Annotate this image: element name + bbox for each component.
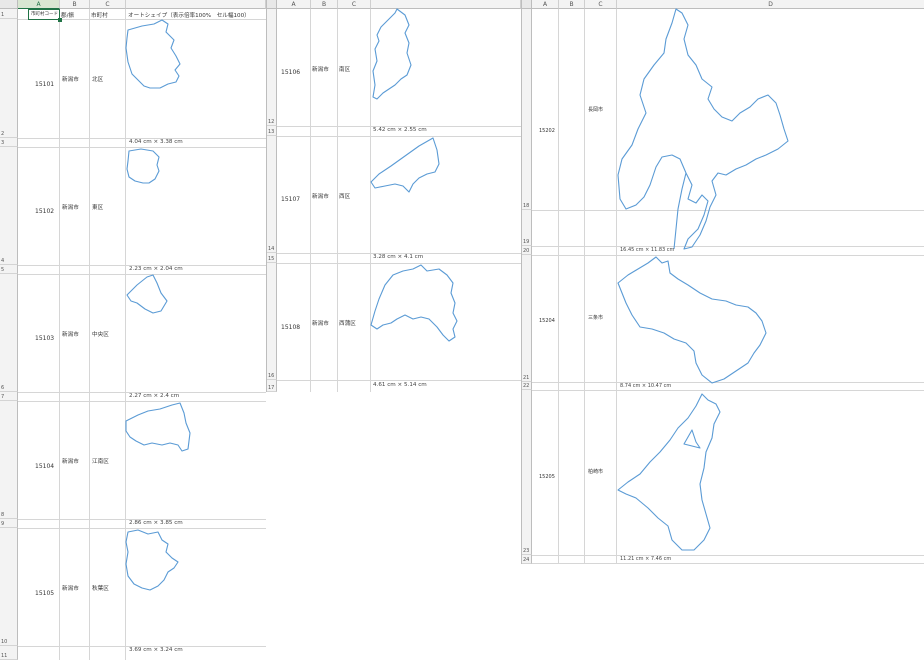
shape-dimensions[interactable]: 8.74 cm × 10.47 cm (620, 383, 671, 389)
ward-name[interactable]: 西蒲区 (339, 319, 356, 327)
row-header[interactable]: 2 (0, 19, 18, 138)
col-header-a[interactable]: A (18, 0, 60, 9)
row-header[interactable]: 23 (522, 390, 532, 555)
col-header-c[interactable]: C (338, 0, 371, 9)
municipality-code[interactable]: 15108 (281, 324, 300, 331)
col-header-b[interactable]: B (60, 0, 90, 9)
shape-dimensions[interactable]: 2.27 cm × 2.4 cm (129, 393, 179, 399)
col-header-b[interactable]: B (559, 0, 585, 9)
col-header-c[interactable]: C (90, 0, 126, 9)
row-header[interactable]: 20 (522, 246, 532, 255)
city-name[interactable]: 長岡市 (588, 106, 603, 113)
col-header-d[interactable] (126, 0, 266, 9)
ward-name[interactable]: 北区 (92, 75, 103, 83)
row-header[interactable]: 24 (522, 555, 532, 564)
municipality-code[interactable]: 15104 (35, 463, 54, 470)
header-district[interactable]: 郡/振 (61, 11, 74, 19)
shape-dimensions[interactable]: 3.28 cm × 4.1 cm (373, 254, 423, 260)
ward-name[interactable]: 西区 (339, 192, 350, 200)
select-all-corner[interactable] (522, 0, 532, 9)
ward-name[interactable]: 南区 (339, 65, 350, 73)
municipality-code[interactable]: 15105 (35, 590, 54, 597)
city-shape-nagaoka[interactable] (616, 8, 791, 250)
row-header[interactable]: 11 (0, 646, 18, 660)
row-header[interactable]: 6 (0, 274, 18, 392)
municipality-code[interactable]: 15103 (35, 335, 54, 342)
header-municipality[interactable]: 市町村 (91, 11, 108, 19)
ward-name[interactable]: 秋葉区 (92, 584, 109, 592)
row-header[interactable]: 22 (522, 382, 532, 390)
prefecture-city[interactable]: 新潟市 (312, 65, 329, 73)
col-header-a[interactable]: A (532, 0, 559, 9)
ward-shape-minami[interactable] (369, 8, 419, 101)
prefecture-city[interactable]: 新潟市 (62, 330, 79, 338)
row-header[interactable]: 17 (267, 380, 277, 392)
row-header[interactable]: 16 (267, 263, 277, 380)
row-header[interactable]: 5 (0, 265, 18, 274)
prefecture-city[interactable]: 新潟市 (62, 457, 79, 465)
shape-dimensions[interactable]: 16.45 cm × 11.83 cm (620, 247, 674, 253)
municipality-code[interactable]: 15102 (35, 208, 54, 215)
col-header-a[interactable]: A (277, 0, 311, 9)
select-all-corner[interactable] (267, 0, 277, 9)
row-header[interactable]: 21 (522, 255, 532, 382)
ward-shape-kita[interactable] (124, 18, 184, 90)
prefecture-city[interactable]: 新潟市 (62, 584, 79, 592)
municipality-code[interactable]: 15202 (539, 128, 555, 134)
shape-dimensions[interactable]: 5.42 cm × 2.55 cm (373, 127, 427, 133)
row-header[interactable]: 19 (522, 210, 532, 246)
prefecture-city[interactable]: 新潟市 (62, 75, 79, 83)
row-header[interactable]: 4 (0, 147, 18, 265)
select-all-corner[interactable] (0, 0, 18, 9)
shape-dimensions[interactable]: 4.04 cm × 3.38 cm (129, 139, 183, 145)
row-header[interactable]: 1 (0, 9, 18, 19)
city-name[interactable]: 柏崎市 (588, 468, 603, 475)
shape-dimensions[interactable]: 2.23 cm × 2.04 cm (129, 266, 183, 272)
ward-shape-konan[interactable] (124, 401, 194, 453)
row-header[interactable]: 7 (0, 392, 18, 401)
row-header[interactable]: 9 (0, 519, 18, 528)
shape-dimensions[interactable]: 11.21 cm × 7.46 cm (620, 556, 671, 562)
row-header[interactable]: 10 (0, 528, 18, 646)
row-header[interactable]: 18 (522, 9, 532, 210)
header-code[interactable]: 市町村コード (31, 11, 58, 17)
shape-dimensions[interactable]: 2.86 cm × 3.85 cm (129, 520, 183, 526)
row-header[interactable]: 8 (0, 401, 18, 519)
municipality-code[interactable]: 15204 (539, 318, 555, 324)
col-header-d[interactable] (371, 0, 521, 9)
shape-dimensions[interactable]: 3.69 cm × 3.24 cm (129, 647, 183, 653)
ward-name[interactable]: 中央区 (92, 330, 109, 338)
col-header-d[interactable]: D (617, 0, 924, 9)
col-header-b[interactable]: B (311, 0, 338, 9)
city-shape-sanjo[interactable] (616, 255, 771, 385)
middle-pane[interactable]: A B C 12 13 14 15 16 17 15106 新潟市 南区 5.4… (266, 0, 521, 392)
row-header[interactable]: 15 (267, 253, 277, 263)
left-pane[interactable]: A B C 1 2 3 4 5 6 7 8 9 10 11 市町村コード 郡/振… (0, 0, 266, 660)
prefecture-city[interactable]: 新潟市 (62, 203, 79, 211)
municipality-code[interactable]: 15106 (281, 69, 300, 76)
shape-dimensions[interactable]: 4.61 cm × 5.14 cm (373, 382, 427, 388)
municipality-code[interactable]: 15205 (539, 474, 555, 480)
prefecture-city[interactable]: 新潟市 (312, 192, 329, 200)
city-shape-kashiwazaki[interactable] (616, 390, 731, 555)
row-header[interactable]: 12 (267, 9, 277, 126)
ward-shape-chuo[interactable] (125, 273, 170, 318)
ward-shape-akiha[interactable] (124, 528, 182, 592)
prefecture-city[interactable]: 新潟市 (312, 319, 329, 327)
city-name[interactable]: 三条市 (588, 314, 603, 321)
ward-shape-higashi[interactable] (125, 147, 165, 187)
row-header[interactable]: 3 (0, 138, 18, 147)
row-header[interactable]: 13 (267, 126, 277, 136)
ward-shape-nishikan[interactable] (369, 263, 459, 343)
ward-name[interactable]: 江南区 (92, 457, 109, 465)
ward-shape-nishi[interactable] (369, 136, 441, 193)
municipality-code[interactable]: 15107 (281, 196, 300, 203)
municipality-code[interactable]: 15101 (35, 81, 54, 88)
right-pane[interactable]: A B C D 18 19 20 21 22 23 24 15202 長岡市 1… (521, 0, 924, 564)
row-header[interactable]: 14 (267, 136, 277, 253)
ward-name[interactable]: 東区 (92, 203, 103, 211)
col-header-c[interactable]: C (585, 0, 617, 9)
